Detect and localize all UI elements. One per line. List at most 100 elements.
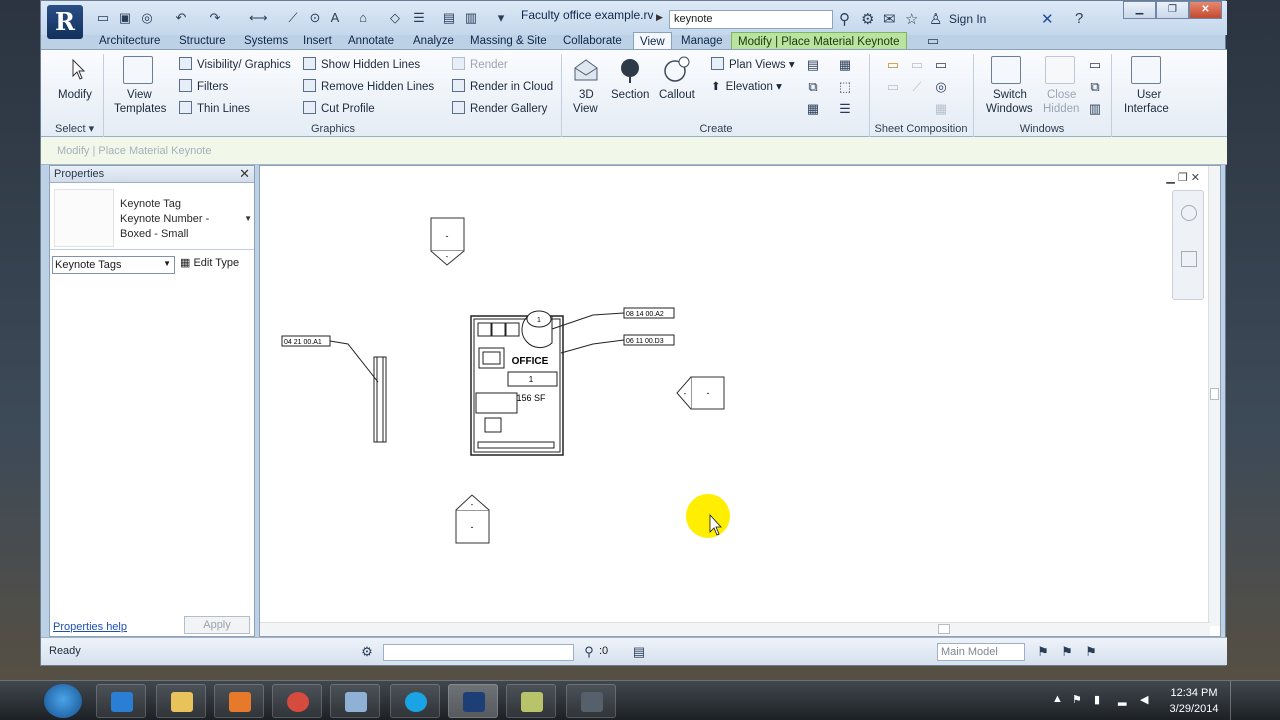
tab-analyze[interactable]: Analyze (407, 32, 460, 50)
worksets-icon[interactable]: ⚙ (359, 644, 375, 660)
close-hidden-icon[interactable] (1045, 56, 1075, 84)
taskbar-revit[interactable] (448, 684, 498, 718)
modify-button[interactable]: Modify (58, 89, 92, 101)
place-view-icon[interactable]: ▭ (909, 57, 925, 73)
elevation-mark-south[interactable]: - - (455, 494, 490, 544)
matchline-icon[interactable]: ⟋ (909, 79, 925, 95)
tab-massing-site[interactable]: Massing & Site (464, 32, 553, 50)
tab-annotate[interactable]: Annotate (342, 32, 400, 50)
taskbar-internet-explorer[interactable] (96, 684, 146, 718)
design-option-select[interactable]: Main Model (937, 643, 1025, 661)
horizontal-scroll-thumb[interactable] (938, 624, 950, 634)
vertical-scroll-thumb[interactable] (1210, 388, 1219, 400)
qat-dropdown-icon[interactable]: ▾ (493, 10, 509, 26)
tray-expand-icon[interactable]: ▲ (1052, 693, 1063, 705)
tile-icon[interactable]: ▥ (1087, 101, 1103, 117)
tab-architecture[interactable]: Architecture (93, 32, 166, 50)
close-button[interactable]: ✕ (1189, 1, 1222, 19)
select-panel-label[interactable]: Select ▾ (49, 121, 103, 137)
replicate-icon[interactable]: ▭ (1087, 57, 1103, 73)
select-pinned-icon[interactable]: ⚑ (1083, 644, 1099, 660)
office-room[interactable]: 1 OFFICE 1 156 SF (470, 310, 564, 456)
section-icon[interactable]: ◇ (387, 10, 403, 26)
tab-collaborate[interactable]: Collaborate (557, 32, 628, 50)
drafting-view-icon[interactable]: ▤ (805, 57, 821, 73)
sheet-icon[interactable]: ▭ (885, 57, 901, 73)
measure-icon[interactable]: ⟷ (249, 10, 268, 26)
plan-views-button[interactable]: Plan Views ▾ (711, 57, 795, 71)
tab-structure[interactable]: Structure (173, 32, 232, 50)
wall-element[interactable] (373, 356, 387, 443)
help-icon[interactable]: ? (1075, 10, 1083, 27)
scope-box-icon[interactable]: ⬚ (837, 79, 853, 95)
filters-button[interactable]: Filters (179, 79, 228, 93)
sync-icon[interactable]: ◎ (139, 10, 155, 26)
vertical-scrollbar[interactable] (1208, 166, 1220, 626)
close-hidden-icon[interactable]: ▤ (441, 10, 457, 26)
taskbar-chrome[interactable] (272, 684, 322, 718)
thin-lines-icon[interactable]: ☰ (411, 10, 427, 26)
horizontal-scrollbar[interactable] (260, 622, 1210, 636)
network-icon[interactable]: ▂ (1118, 693, 1126, 706)
modify-arrow-icon[interactable] (63, 56, 93, 84)
revisions-icon[interactable]: ▦ (933, 101, 949, 117)
render-in-cloud-button[interactable]: Render in Cloud (452, 79, 553, 93)
close-hidden-label-2[interactable]: Hidden (1043, 103, 1079, 115)
restore-button[interactable]: ❐ (1156, 1, 1189, 19)
filter-icon[interactable]: ⚲ (581, 644, 597, 660)
drawing-area[interactable]: ▁ ❐ ✕ - - 04 21 00.A1 1 OFFICE 1 156 SF … (259, 165, 1221, 637)
chevron-down-icon[interactable]: ▼ (244, 214, 252, 223)
undo-icon[interactable]: ↶ (173, 10, 189, 26)
taskbar-pen-app[interactable] (330, 684, 380, 718)
view-reference-icon[interactable]: ◎ (933, 79, 949, 95)
minimize-button[interactable]: ▁ (1123, 1, 1156, 19)
favorites-icon[interactable]: ☆ (905, 10, 918, 28)
open-icon[interactable]: ▭ (95, 10, 111, 26)
sheet-list-icon[interactable]: ☰ (837, 101, 853, 117)
plan-view-canvas[interactable]: - - 04 21 00.A1 1 OFFICE 1 156 SF 08 14 … (260, 166, 1210, 621)
close-icon[interactable]: ✕ (239, 166, 250, 182)
callout-icon[interactable] (661, 54, 691, 82)
apply-button[interactable]: Apply (184, 616, 250, 634)
editing-requests-icon[interactable]: ▤ (631, 644, 647, 660)
taskbar-notes[interactable] (506, 684, 556, 718)
aligned-dimension-icon[interactable]: ⟋ (285, 10, 301, 26)
elevation-mark-east[interactable]: - - (676, 376, 725, 410)
family-type-select[interactable]: Keynote Tags ▼ (52, 256, 175, 274)
legends-icon[interactable]: ▦ (805, 101, 821, 117)
schedules-icon[interactable]: ▦ (837, 57, 853, 73)
section-icon[interactable] (615, 56, 645, 84)
callout-button[interactable]: Callout (659, 89, 695, 101)
user-interface-label-1[interactable]: User (1137, 89, 1161, 101)
view-templates-label-2[interactable]: Templates (114, 103, 166, 115)
title-block-icon[interactable]: ▭ (933, 57, 949, 73)
taskbar-recorder[interactable] (566, 684, 616, 718)
elevation-mark-north[interactable]: - - (430, 217, 465, 266)
taskbar-file-explorer[interactable] (156, 684, 206, 718)
view-templates-icon[interactable] (123, 56, 153, 84)
3d-view-icon[interactable] (571, 56, 601, 84)
select-underlay-icon[interactable]: ⚑ (1059, 644, 1075, 660)
taskbar-media-player[interactable] (214, 684, 264, 718)
start-button[interactable] (44, 684, 82, 718)
3d-view-label-1[interactable]: 3D (579, 89, 594, 101)
action-center-icon[interactable]: ⚑ (1072, 693, 1082, 706)
tab-modify-place-material-keynote[interactable]: Modify | Place Material Keynote (731, 32, 907, 50)
view-templates-label-1[interactable]: View (127, 89, 152, 101)
tab-manage[interactable]: Manage (675, 32, 729, 50)
remove-hidden-lines-button[interactable]: Remove Hidden Lines (303, 79, 434, 93)
3d-view-label-2[interactable]: View (573, 103, 598, 115)
taskbar-skype[interactable] (390, 684, 440, 718)
switch-windows-label-1[interactable]: Switch (993, 89, 1027, 101)
clock-date[interactable]: 3/29/2014 (1166, 703, 1222, 715)
edit-type-button[interactable]: ▦ Edit Type (180, 256, 239, 269)
text-icon[interactable]: A (327, 10, 343, 26)
communication-icon[interactable]: ✉ (883, 10, 896, 28)
duplicate-view-icon[interactable]: ⧉ (805, 79, 821, 95)
clock-time[interactable]: 12:34 PM (1166, 687, 1222, 699)
render-button[interactable]: Render (452, 57, 508, 71)
user-interface-icon[interactable] (1131, 56, 1161, 84)
exchange-apps-icon[interactable]: ✕ (1041, 10, 1054, 28)
cascade-icon[interactable]: ⧉ (1087, 79, 1103, 95)
section-button[interactable]: Section (611, 89, 649, 101)
